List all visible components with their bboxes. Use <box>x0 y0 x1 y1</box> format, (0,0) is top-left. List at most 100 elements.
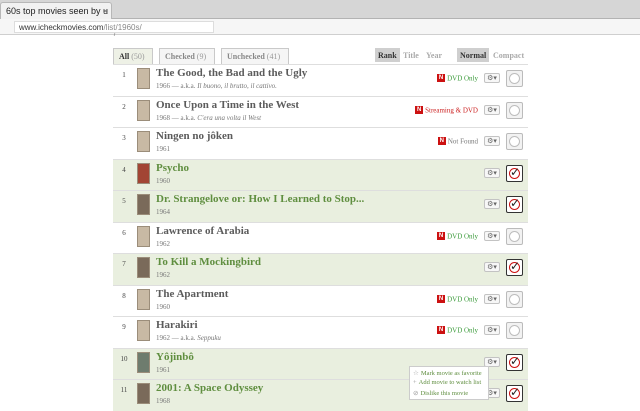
movie-title[interactable]: Dr. Strangelove or: How I Learned to Sto… <box>156 193 364 205</box>
movie-aka: Il buono, il brutto, il cattivo. <box>197 82 277 90</box>
movie-poster[interactable] <box>137 225 150 247</box>
check-toggle[interactable] <box>506 290 523 308</box>
availability-badge[interactable]: N Not Found <box>437 137 478 146</box>
menu-item-watchlist[interactable]: + Add movie to watch list <box>413 379 485 389</box>
availability-badge[interactable]: N DVD Only <box>437 294 478 303</box>
movie-poster[interactable] <box>137 257 150 278</box>
movie-title[interactable]: Once Upon a Time in the West <box>156 99 299 111</box>
sort-rank[interactable]: Rank <box>375 48 400 62</box>
movie-year: 1960 <box>156 302 170 311</box>
close-tab-icon[interactable]: × <box>103 6 108 16</box>
gear-dropdown-icon[interactable]: ⚙▾ <box>484 104 500 115</box>
movie-poster[interactable] <box>137 288 150 310</box>
check-toggle[interactable]: ✓ <box>506 353 523 371</box>
tab-all[interactable]: All (50) <box>113 48 153 64</box>
tab-unchecked[interactable]: Unchecked (41) <box>221 48 289 64</box>
availability-badge[interactable]: N Streaming & DVD <box>415 105 478 114</box>
check-toggle[interactable]: ✓ <box>506 164 523 182</box>
movie-rank: 5 <box>122 197 126 205</box>
gear-dropdown-icon[interactable]: ⚙▾ <box>484 167 500 178</box>
movie-year: 1968 <box>156 397 170 405</box>
movie-meta: 1966 — a.k.a. Il buono, il brutto, il ca… <box>156 82 277 90</box>
view-compact[interactable]: Compact <box>490 48 527 62</box>
movie-title[interactable]: 2001: A Space Odyssey <box>156 382 263 394</box>
sort-year[interactable]: Year <box>423 48 445 62</box>
movie-meta: 1961 <box>156 366 170 374</box>
gear-dropdown-icon[interactable]: ⚙▾ <box>484 73 500 83</box>
gear-dropdown-icon[interactable]: ⚙▾ <box>484 356 500 367</box>
movie-poster[interactable] <box>137 194 150 215</box>
star-icon: ☆ <box>413 370 419 377</box>
browser-tab-bar: 60s top movies seen by u × <box>0 0 640 19</box>
movie-poster[interactable] <box>137 383 150 404</box>
check-circle-icon <box>509 293 520 305</box>
movie-poster[interactable] <box>137 320 150 341</box>
movie-title[interactable]: To Kill a Mockingbird <box>156 256 261 268</box>
view-normal[interactable]: Normal <box>457 48 490 62</box>
movie-rank: 1 <box>122 71 126 79</box>
movie-poster[interactable] <box>137 131 150 152</box>
movie-poster[interactable] <box>137 99 150 121</box>
movie-rank: 7 <box>122 260 126 268</box>
check-toggle[interactable]: ✓ <box>506 259 523 276</box>
availability-badge[interactable]: N DVD Only <box>437 231 478 240</box>
movie-year: 1962 — a.k.a. <box>156 334 196 342</box>
movie-poster[interactable] <box>137 351 150 373</box>
availability-badge[interactable]: N DVD Only <box>437 326 478 335</box>
check-toggle[interactable] <box>506 70 523 87</box>
movie-title[interactable]: Harakiri <box>156 319 198 331</box>
netflix-icon: N <box>437 294 446 303</box>
movie-title[interactable]: Psycho <box>156 162 189 174</box>
gear-dropdown-icon[interactable]: ⚙▾ <box>484 325 500 335</box>
check-circle-icon <box>509 230 520 242</box>
browser-tab[interactable]: 60s top movies seen by u × <box>0 2 112 19</box>
plus-icon: + <box>413 379 417 386</box>
tab-checked-count: (9) <box>196 52 207 61</box>
movie-meta: 1968 <box>156 397 170 405</box>
movie-row: 5 Dr. Strangelove or: How I Learned to St… <box>113 190 528 222</box>
movie-poster[interactable] <box>137 68 150 89</box>
movie-title[interactable]: The Apartment <box>156 288 228 300</box>
movie-meta: 1960 <box>156 303 170 311</box>
tab-unchecked-count: (41) <box>266 52 281 61</box>
movie-meta: 1962 <box>156 240 170 248</box>
movie-meta: 1962 <box>156 271 170 279</box>
tab-checked[interactable]: Checked (9) <box>159 48 215 64</box>
url-field[interactable]: www.icheckmovies.com/list/1960s/ / <box>14 21 214 41</box>
menu-item-favorite[interactable]: ☆ Mark movie as favorite <box>413 369 485 379</box>
movie-title[interactable]: Lawrence of Arabia <box>156 225 249 237</box>
movie-row: 7 To Kill a Mockingbird 1962 ⚙▾ ✓ <box>113 253 528 285</box>
check-toggle[interactable] <box>506 322 523 339</box>
checkmark-icon: ✓ <box>510 259 521 273</box>
check-toggle[interactable] <box>506 101 523 119</box>
list-filter-bar: All (50) Checked (9) Unchecked (41) Rank… <box>113 48 528 64</box>
movie-poster[interactable] <box>137 162 150 184</box>
movie-year: 1962 <box>156 239 170 248</box>
check-toggle[interactable]: ✓ <box>506 385 523 402</box>
movie-year: 1961 <box>156 145 170 153</box>
availability-badge[interactable]: N DVD Only <box>437 74 478 83</box>
movie-aka: C'era una volta il West <box>197 113 262 122</box>
movie-year: 1960 <box>156 176 170 185</box>
movie-rank: 6 <box>122 228 126 237</box>
check-toggle[interactable] <box>506 227 523 245</box>
check-toggle[interactable] <box>506 133 523 150</box>
sort-title[interactable]: Title <box>400 48 422 62</box>
movie-row: 6 Lawrence of Arabia 1962 N DVD Only ⚙▾ <box>113 221 528 253</box>
gear-dropdown-icon[interactable]: ⚙▾ <box>484 199 500 209</box>
movie-title[interactable]: The Good, the Bad and the Ugly <box>156 67 307 79</box>
availability-text: DVD Only <box>447 231 478 240</box>
gear-dropdown-icon[interactable]: ⚙▾ <box>484 262 500 272</box>
check-toggle[interactable]: ✓ <box>506 196 523 213</box>
menu-item-dislike[interactable]: ⊘ Dislike this movie <box>413 389 485 399</box>
movie-title[interactable]: Yôjinbô <box>156 351 194 363</box>
gear-dropdown-icon[interactable]: ⚙▾ <box>484 136 500 146</box>
movie-rank: 3 <box>122 134 126 142</box>
tab-all-label: All <box>119 52 130 61</box>
url-path: /list/1960s/ <box>103 23 142 32</box>
movie-actions-menu: ☆ Mark movie as favorite + Add movie to wa… <box>409 366 489 400</box>
movie-title[interactable]: Ningen no jôken <box>156 130 233 142</box>
gear-dropdown-icon[interactable]: ⚙▾ <box>484 230 500 241</box>
check-circle-icon <box>509 136 520 147</box>
gear-dropdown-icon[interactable]: ⚙▾ <box>484 293 500 304</box>
